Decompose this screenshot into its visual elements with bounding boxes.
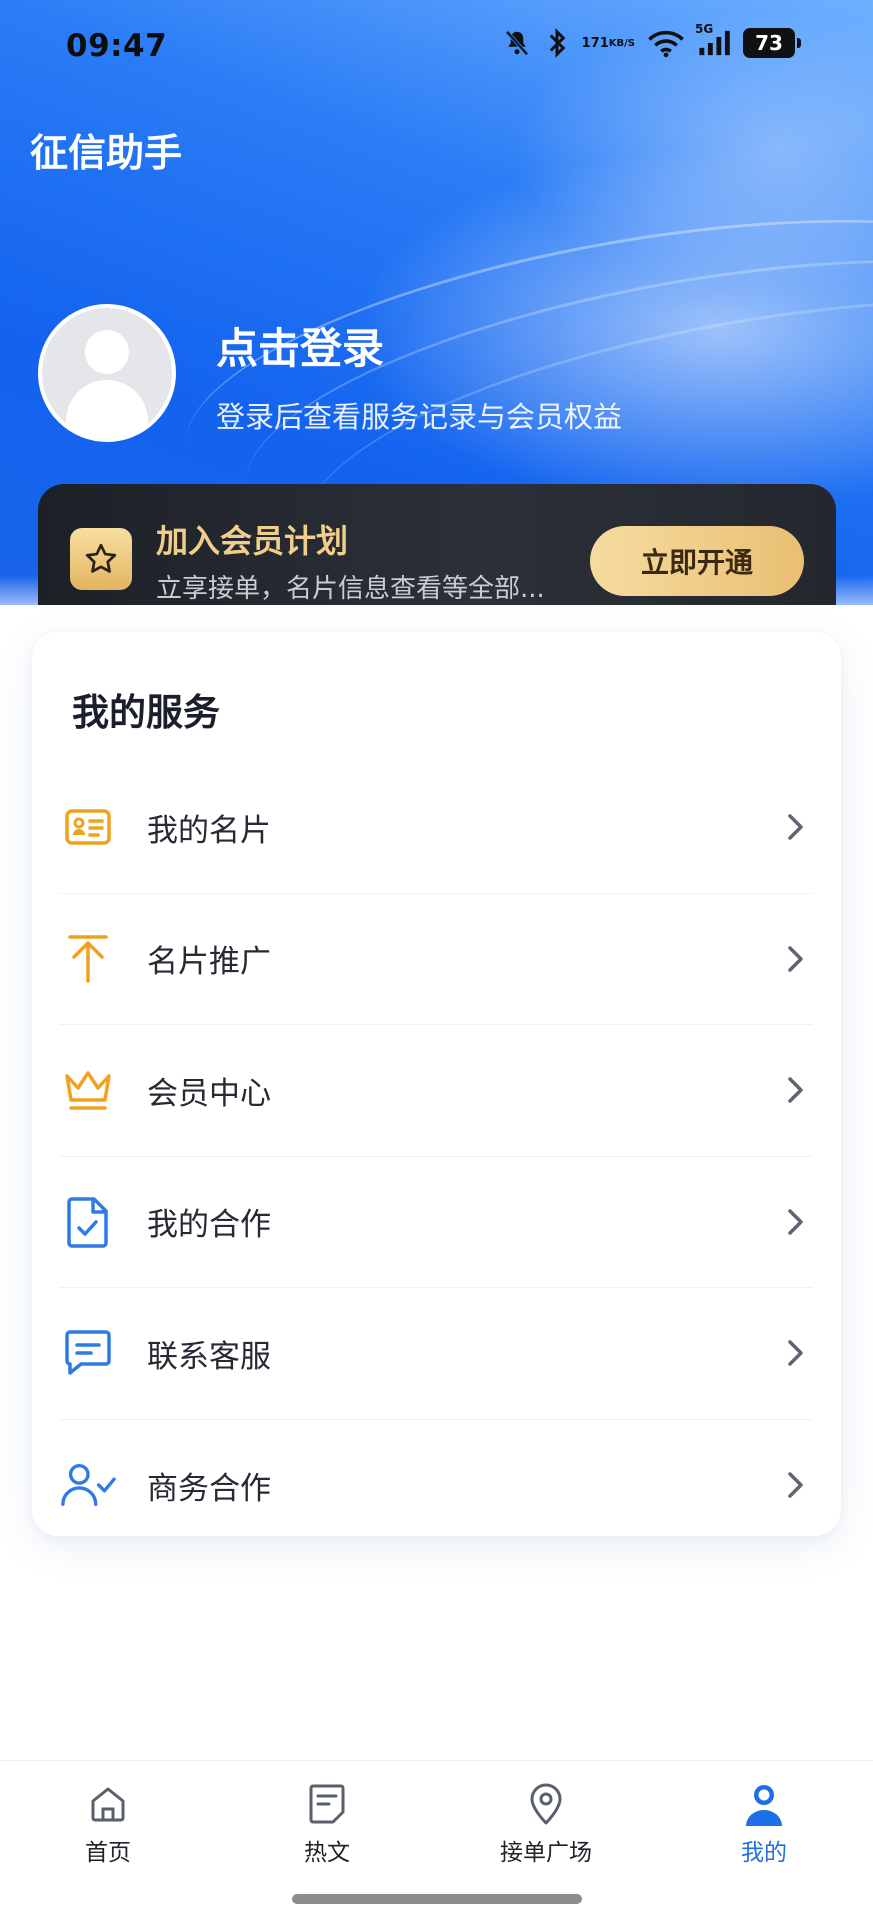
chevron-right-icon: [781, 1471, 809, 1499]
login-subtitle: 登录后查看服务记录与会员权益: [216, 400, 623, 434]
wifi-icon: [647, 28, 685, 58]
service-label: 会员中心: [147, 1075, 271, 1112]
status-time: 09:47: [66, 28, 168, 64]
activate-membership-button[interactable]: 立即开通: [590, 526, 804, 596]
avatar-placeholder-body: [66, 380, 148, 438]
nav-tab-label: 热文: [304, 1840, 350, 1866]
membership-banner[interactable]: 加入会员计划 立享接单，名片信息查看等全部... 立即开通: [38, 484, 836, 605]
chevron-right-icon: [781, 1339, 809, 1367]
network-speed-value: 171: [581, 35, 609, 51]
battery-indicator: 73: [743, 28, 801, 58]
home-icon: [87, 1783, 129, 1825]
nav-tab-mine[interactable]: 我的: [684, 1783, 844, 1873]
service-item-card-promotion[interactable]: 名片推广: [60, 894, 813, 1025]
location-pin-icon: [525, 1783, 567, 1825]
star-icon: [70, 528, 132, 590]
nav-tab-order-square[interactable]: 接单广场: [466, 1783, 626, 1873]
chevron-right-icon: [781, 945, 809, 973]
chevron-right-icon: [781, 1208, 809, 1236]
document-check-icon: [60, 1194, 116, 1250]
service-item-my-cooperation[interactable]: 我的合作: [60, 1157, 813, 1288]
business-card-icon: [60, 799, 116, 855]
service-label: 我的名片: [147, 812, 271, 849]
profile-icon: [743, 1783, 785, 1826]
network-speed: 171 KB/S: [582, 37, 635, 50]
mute-bell-icon: [502, 28, 532, 58]
chevron-right-icon: [781, 813, 809, 841]
crown-icon: [60, 1062, 116, 1118]
service-label: 我的合作: [147, 1207, 271, 1244]
article-icon: [306, 1783, 348, 1825]
avatar[interactable]: [38, 304, 176, 442]
login-button[interactable]: 点击登录: [216, 315, 384, 376]
services-title: 我的服务: [72, 691, 220, 734]
nav-tab-label: 接单广场: [500, 1840, 592, 1866]
service-label: 联系客服: [147, 1338, 271, 1375]
my-services-card: 我的服务 我的名片 名片推广 会员中心 我的合作 联系客服 商务合作: [32, 632, 841, 1536]
nav-tab-label: 我的: [741, 1840, 787, 1866]
home-indicator[interactable]: [292, 1894, 582, 1904]
cell-signal-icon: 5G: [695, 22, 731, 58]
service-item-member-center[interactable]: 会员中心: [60, 1025, 813, 1157]
chevron-right-icon: [781, 1076, 809, 1104]
nav-tab-articles[interactable]: 热文: [247, 1783, 407, 1873]
membership-title: 加入会员计划: [156, 522, 349, 560]
nav-tab-home[interactable]: 首页: [28, 1783, 188, 1873]
chat-message-icon: [60, 1325, 116, 1381]
avatar-placeholder-head: [85, 330, 129, 374]
signal-type-label: 5G: [695, 22, 714, 36]
user-check-icon: [60, 1457, 116, 1513]
service-item-business-cooperation[interactable]: 商务合作: [60, 1420, 813, 1552]
service-item-my-business-card[interactable]: 我的名片: [60, 762, 813, 894]
membership-description: 立享接单，名片信息查看等全部...: [156, 574, 545, 604]
nav-tab-label: 首页: [85, 1840, 131, 1866]
app-title: 征信助手: [30, 131, 183, 175]
service-label: 商务合作: [147, 1470, 271, 1507]
bluetooth-icon: [544, 28, 570, 58]
network-speed-unit: KB/S: [608, 37, 635, 49]
service-item-customer-service[interactable]: 联系客服: [60, 1288, 813, 1420]
status-bar: 09:47 171 KB/S 5G 73: [0, 0, 873, 96]
service-label: 名片推广: [147, 944, 271, 981]
arrow-up-promote-icon: [60, 931, 116, 987]
services-list: 我的名片 名片推广 会员中心 我的合作 联系客服 商务合作: [32, 762, 841, 1551]
status-icons: 171 KB/S 5G 73: [502, 22, 801, 58]
